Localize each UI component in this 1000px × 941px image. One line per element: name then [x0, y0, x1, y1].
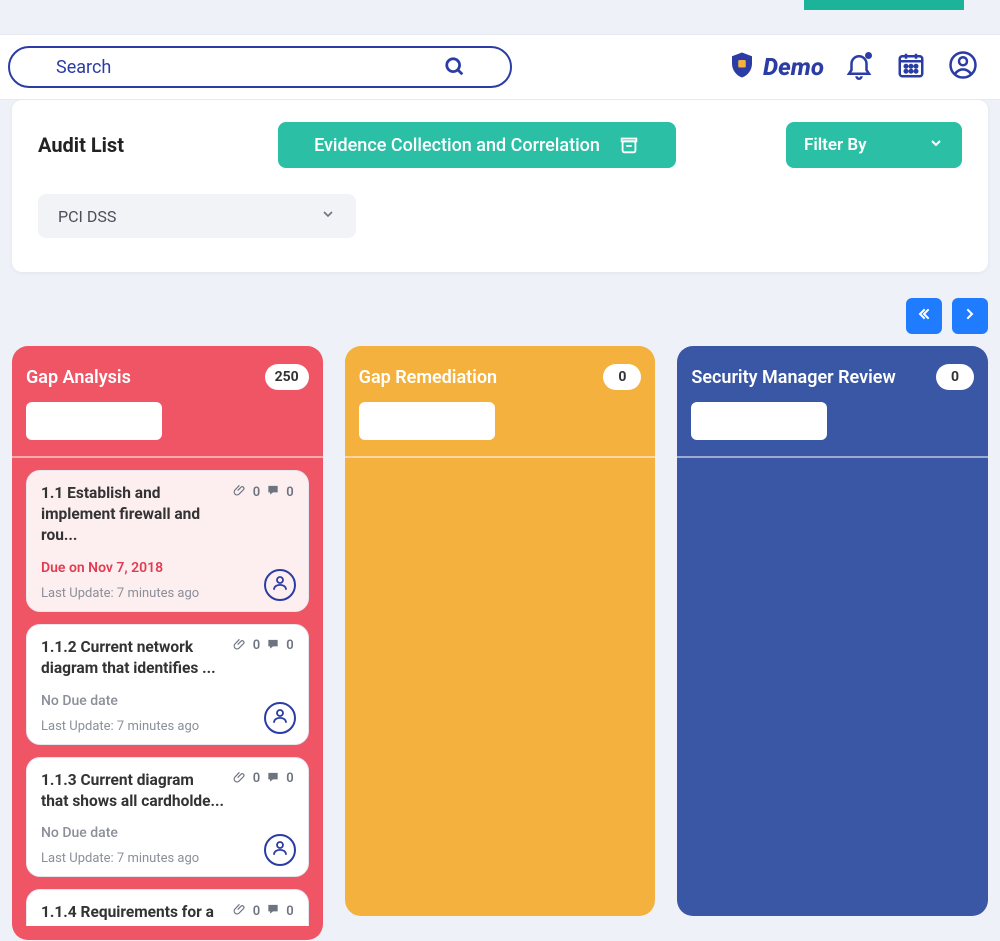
task-card-assignee[interactable]	[264, 569, 296, 601]
scroll-left-button[interactable]	[906, 298, 942, 334]
task-card[interactable]: 1.1 Establish and implement firewall and…	[26, 470, 309, 612]
task-card-updated: Last Update: 7 minutes ago	[41, 851, 294, 866]
filter-by-label: Filter By	[804, 135, 867, 155]
attachments-count: 0	[253, 771, 260, 786]
column-count-badge: 0	[936, 364, 974, 390]
attachments-count: 0	[253, 904, 260, 919]
task-card-title: 1.1.2 Current network diagram that ident…	[41, 637, 225, 679]
user-icon	[271, 574, 289, 596]
comment-icon	[266, 637, 280, 655]
notifications-button[interactable]	[842, 50, 876, 84]
column-count-badge: 0	[603, 364, 641, 390]
task-card-due: No Due date	[41, 693, 294, 709]
audit-list-title: Audit List	[38, 133, 256, 157]
column-divider	[677, 456, 988, 458]
column-header: Security Manager Review 0	[691, 364, 974, 390]
task-card[interactable]: 1.1.3 Current diagram that shows all car…	[26, 757, 309, 878]
task-card[interactable]: 1.1.2 Current network diagram that ident…	[26, 624, 309, 745]
column-header: Gap Analysis 250	[26, 364, 309, 390]
task-card-title: 1.1.4 Requirements for a firewall at eac…	[41, 902, 225, 926]
task-card-title: 1.1.3 Current diagram that shows all car…	[41, 770, 225, 812]
brand-text: Demo	[763, 53, 824, 81]
framework-selected-value: PCI DSS	[58, 207, 116, 226]
task-card-meta: 0 0	[233, 483, 294, 501]
filter-by-dropdown[interactable]: Filter By	[786, 122, 962, 168]
chevron-down-icon	[928, 135, 944, 156]
task-card-assignee[interactable]	[264, 834, 296, 866]
task-card-updated: Last Update: 7 minutes ago	[41, 719, 294, 734]
user-icon	[948, 50, 978, 84]
profile-button[interactable]	[946, 50, 980, 84]
framework-select[interactable]: PCI DSS	[38, 194, 356, 238]
board-column: Gap Remediation 0	[345, 346, 656, 916]
board-column: Gap Analysis 250 1.1 Establish and imple…	[12, 346, 323, 940]
comment-icon	[266, 902, 280, 920]
column-quick-input[interactable]	[359, 402, 495, 440]
user-icon	[271, 839, 289, 861]
board-column: Security Manager Review 0	[677, 346, 988, 916]
evidence-button-label: Evidence Collection and Correlation	[314, 135, 600, 156]
column-quick-input[interactable]	[691, 402, 827, 440]
comments-count: 0	[286, 771, 293, 786]
column-count-badge: 250	[265, 364, 309, 390]
board-scroll-controls	[0, 272, 1000, 346]
search-input[interactable]	[56, 57, 492, 78]
shield-icon	[727, 50, 757, 84]
task-card-updated: Last Update: 7 minutes ago	[41, 586, 294, 601]
column-title: Gap Analysis	[26, 367, 131, 388]
task-card-title: 1.1 Establish and implement firewall and…	[41, 483, 225, 546]
column-title: Security Manager Review	[691, 367, 895, 388]
paperclip-icon	[233, 770, 247, 788]
chevron-left-double-icon	[916, 306, 932, 326]
column-title: Gap Remediation	[359, 367, 497, 388]
task-card-meta: 0 0	[233, 902, 294, 920]
audit-panel-row: Audit List Evidence Collection and Corre…	[38, 122, 962, 168]
column-divider	[12, 456, 323, 458]
comments-count: 0	[286, 638, 293, 653]
archive-icon	[618, 134, 640, 156]
task-card-meta: 0 0	[233, 770, 294, 788]
column-quick-input[interactable]	[26, 402, 162, 440]
calendar-button[interactable]	[894, 50, 928, 84]
brand-logo[interactable]: Demo	[727, 50, 824, 84]
paperclip-icon	[233, 902, 247, 920]
paperclip-icon	[233, 483, 247, 501]
scroll-right-button[interactable]	[952, 298, 988, 334]
comment-icon	[266, 483, 280, 501]
task-card-due: No Due date	[41, 825, 294, 841]
kanban-board: Gap Analysis 250 1.1 Establish and imple…	[0, 346, 1000, 940]
bell-icon	[844, 50, 874, 84]
task-card-due: Due on Nov 7, 2018	[41, 560, 294, 576]
calendar-icon	[896, 50, 926, 84]
paperclip-icon	[233, 637, 247, 655]
audit-panel: Audit List Evidence Collection and Corre…	[12, 100, 988, 272]
attachments-count: 0	[253, 485, 260, 500]
top-accent-bar	[804, 0, 964, 10]
column-header: Gap Remediation 0	[359, 364, 642, 390]
app-header: Demo	[0, 34, 1000, 100]
chevron-right-icon	[962, 306, 978, 326]
search-icon[interactable]	[444, 56, 466, 78]
column-cards: 1.1 Establish and implement firewall and…	[26, 470, 309, 926]
task-card-meta: 0 0	[233, 637, 294, 655]
chevron-down-icon	[320, 206, 336, 226]
user-icon	[271, 707, 289, 729]
comments-count: 0	[286, 904, 293, 919]
evidence-collection-button[interactable]: Evidence Collection and Correlation	[278, 122, 676, 168]
search-field-wrap[interactable]	[8, 46, 512, 88]
column-divider	[345, 456, 656, 458]
task-card[interactable]: 1.1.4 Requirements for a firewall at eac…	[26, 889, 309, 926]
comment-icon	[266, 770, 280, 788]
task-card-assignee[interactable]	[264, 702, 296, 734]
attachments-count: 0	[253, 638, 260, 653]
comments-count: 0	[286, 485, 293, 500]
